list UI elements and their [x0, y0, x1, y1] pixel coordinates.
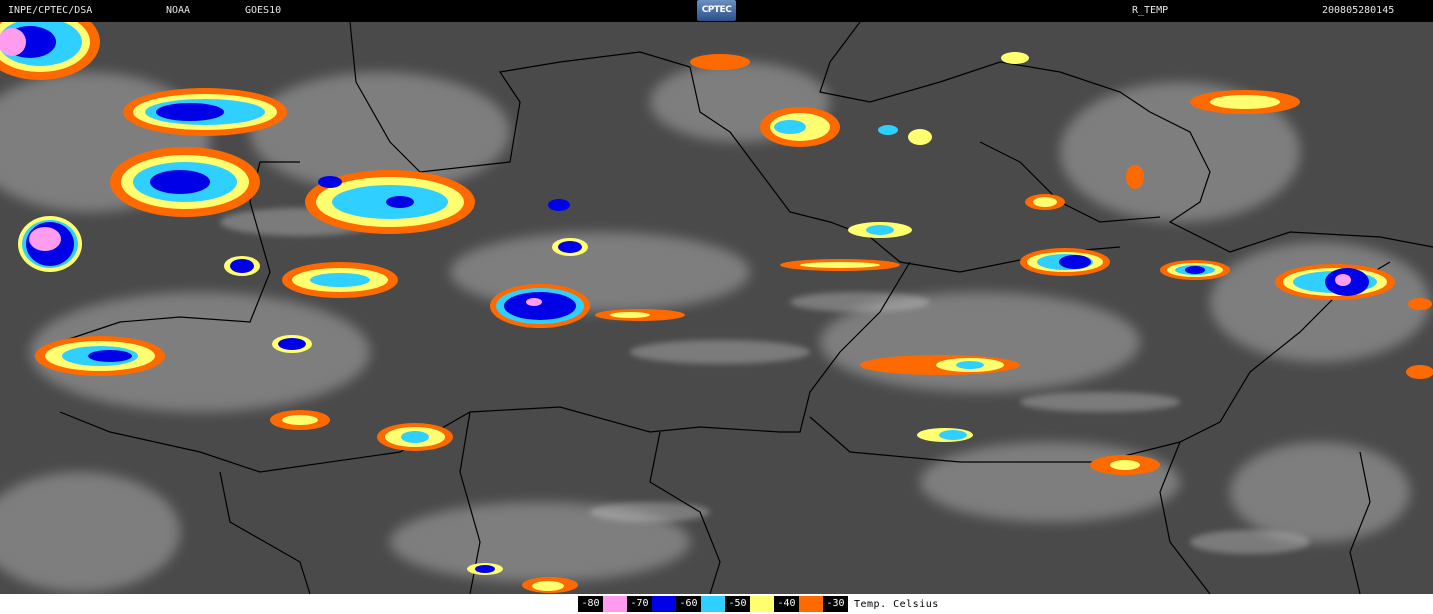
storm-cell [532, 581, 564, 591]
agency-label: NOAA [166, 5, 191, 16]
storm-cell [610, 312, 650, 318]
storm-cell [800, 262, 880, 268]
storm-cell [1190, 90, 1300, 114]
storm-cell [908, 129, 932, 145]
storm-cell [1406, 365, 1433, 379]
legend-label: -30 [823, 596, 848, 612]
storm-cell [110, 147, 260, 217]
source-label: INPE/CPTEC/DSA [8, 5, 93, 16]
storm-cell [1126, 165, 1144, 189]
legend-swatch [750, 596, 774, 612]
storm-cell [1020, 248, 1110, 276]
legend-bar: -80 -70 -60 -50 -40 -30 Temp. Celsius [578, 596, 939, 612]
legend-swatch [799, 596, 823, 612]
storm-cell [123, 88, 287, 136]
storm-cell [860, 355, 1020, 375]
storm-cell [272, 335, 312, 353]
storm-cell [1001, 52, 1029, 64]
storm-cell [282, 262, 398, 298]
legend-label: -40 [774, 596, 799, 612]
satellite-map [0, 22, 1433, 594]
storm-cell [467, 563, 503, 575]
legend-label: -70 [627, 596, 652, 612]
storm-cell [18, 216, 82, 272]
legend-label: -50 [725, 596, 750, 612]
legend-label: -60 [676, 596, 701, 612]
storm-cell [35, 336, 165, 376]
header-bar: INPE/CPTEC/DSA NOAA GOES10 CPTEC R_TEMP … [0, 0, 1433, 22]
storm-cell [848, 222, 912, 238]
storm-cell [1408, 298, 1432, 310]
legend-units: Temp. Celsius [854, 598, 939, 610]
cptec-logo: CPTEC [697, 0, 736, 21]
storm-cell [224, 256, 260, 276]
timestamp-label: 200805280145 [1322, 5, 1395, 16]
satellite-label: GOES10 [245, 5, 282, 16]
storm-cell [270, 410, 330, 430]
product-label: R_TEMP [1132, 5, 1169, 16]
storm-cell [377, 423, 453, 451]
storm-cell [552, 238, 588, 256]
legend-label: -80 [578, 596, 603, 612]
storm-cell [1033, 197, 1057, 207]
storm-cell [305, 170, 475, 234]
storm-cell [690, 54, 750, 70]
storm-cell [760, 107, 840, 147]
legend: -80 -70 -60 -50 -40 -30 Temp. Celsius [0, 594, 1433, 614]
storm-cell [878, 125, 898, 135]
legend-swatch [652, 596, 676, 612]
storm-cell [917, 428, 973, 442]
legend-swatch [701, 596, 725, 612]
storm-cell [548, 199, 570, 211]
legend-swatch [603, 596, 627, 612]
storm-cell [1110, 460, 1140, 470]
storm-cell [490, 284, 590, 328]
storm-cell [1275, 264, 1395, 300]
storm-cell [1160, 260, 1230, 280]
